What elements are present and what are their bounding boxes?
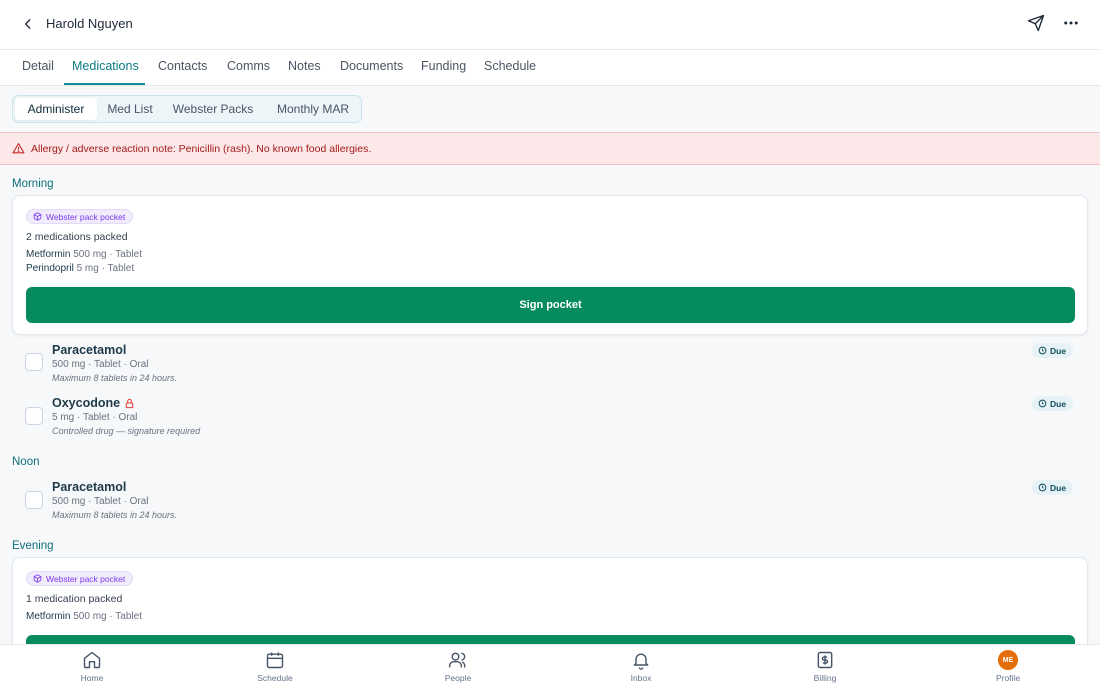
send-button[interactable] — [1027, 14, 1047, 34]
packed-count: 1 medication packed — [26, 593, 123, 605]
warning-triangle-icon — [12, 143, 25, 154]
webster-pack-card-morning: Webster pack pocket 2 medications packed… — [12, 195, 1088, 335]
subtab-administer[interactable]: Administer — [15, 98, 97, 120]
allergy-alert: Allergy / adverse reaction note: Penicil… — [0, 132, 1100, 165]
packed-item-name: Metformin — [26, 611, 71, 622]
section-evening-label: Evening — [12, 540, 54, 552]
packed-item: Metformin 500 mg · Tablet — [26, 611, 142, 622]
med-note: Controlled drug — signature required — [52, 426, 201, 436]
med-name: Paracetamol — [52, 343, 126, 357]
clock-icon — [1038, 346, 1047, 355]
back-button[interactable] — [18, 14, 38, 34]
subtab-monthly-mar[interactable]: Monthly MAR — [267, 98, 359, 120]
packed-count: 2 medications packed — [26, 231, 128, 243]
tab-detail[interactable]: Detail — [22, 59, 54, 73]
packed-item: Perindopril 5 mg · Tablet — [26, 263, 134, 274]
tab-funding[interactable]: Funding — [421, 59, 466, 73]
nav-home[interactable]: Home — [52, 650, 132, 683]
administer-checkbox[interactable] — [25, 491, 43, 509]
clock-icon — [1038, 483, 1047, 492]
status-badge: Due — [1032, 343, 1074, 358]
nav-people[interactable]: People — [418, 650, 498, 683]
sign-pocket-button[interactable]: Sign pocket — [26, 287, 1075, 323]
packed-item-detail: 5 mg · Tablet — [76, 263, 135, 274]
nav-schedule-label: Schedule — [257, 673, 293, 683]
nav-profile-label: Profile — [995, 673, 1021, 683]
lock-icon — [125, 398, 134, 408]
tab-comms[interactable]: Comms — [227, 59, 270, 73]
subtab-webster-packs[interactable]: Webster Packs — [165, 98, 261, 120]
tab-medications[interactable]: Medications — [72, 59, 139, 73]
tab-documents[interactable]: Documents — [340, 59, 403, 73]
status-badge: Due — [1032, 396, 1074, 411]
bell-icon — [633, 653, 649, 670]
calendar-icon — [266, 652, 284, 669]
med-name: Paracetamol — [52, 480, 126, 494]
webster-pack-badge: Webster pack pocket — [26, 209, 134, 224]
med-dose: 500 mg · Tablet · Oral — [52, 496, 149, 507]
tab-notes[interactable]: Notes — [288, 59, 321, 73]
send-icon — [1027, 14, 1045, 32]
tab-contacts[interactable]: Contacts — [158, 59, 207, 73]
avatar: ME — [998, 650, 1018, 670]
administer-checkbox[interactable] — [25, 407, 43, 425]
med-name-text: Paracetamol — [52, 480, 127, 494]
status-badge-label: Due — [1050, 345, 1067, 356]
med-name-text: Paracetamol — [52, 343, 127, 357]
people-icon — [448, 652, 466, 668]
home-icon — [83, 651, 101, 669]
packed-item-detail: 500 mg · Tablet — [73, 611, 142, 622]
nav-schedule[interactable]: Schedule — [235, 650, 315, 683]
tab-schedule[interactable]: Schedule — [484, 59, 536, 73]
packed-item: Metformin 500 mg · Tablet — [26, 249, 142, 260]
more-options-button[interactable] — [1062, 14, 1082, 34]
med-note: Maximum 8 tablets in 24 hours. — [52, 373, 178, 383]
packed-item-name: Perindopril — [26, 263, 74, 274]
status-badge: Due — [1032, 480, 1074, 495]
app-header: Harold Nguyen — [0, 0, 1100, 50]
med-note: Maximum 8 tablets in 24 hours. — [52, 510, 178, 520]
package-icon — [33, 574, 42, 583]
status-badge-label: Due — [1050, 482, 1067, 493]
clock-icon — [1038, 399, 1047, 408]
packed-item-detail: 500 mg · Tablet — [73, 249, 142, 260]
webster-pack-badge-label: Webster pack pocket — [46, 573, 126, 584]
section-morning-label: Morning — [12, 178, 54, 190]
nav-inbox-label: Inbox — [630, 673, 652, 683]
billing-icon — [817, 651, 833, 669]
nav-inbox[interactable]: Inbox — [601, 650, 681, 683]
med-name: Oxycodone — [52, 396, 135, 410]
nav-profile[interactable]: ME Profile — [968, 650, 1048, 683]
status-badge-label: Due — [1050, 398, 1067, 409]
page-title: Harold Nguyen — [46, 16, 133, 31]
more-horizontal-icon — [1064, 21, 1078, 25]
med-dose: 5 mg · Tablet · Oral — [52, 412, 138, 423]
medications-subtabs: Administer Med List Webster Packs Monthl… — [12, 95, 362, 123]
section-noon-label: Noon — [12, 456, 40, 468]
chevron-left-icon — [24, 19, 31, 29]
subtab-med-list[interactable]: Med List — [99, 98, 161, 120]
webster-pack-badge-label: Webster pack pocket — [46, 211, 126, 222]
administer-checkbox[interactable] — [25, 353, 43, 371]
packed-item-name: Metformin — [26, 249, 71, 260]
active-tab-indicator — [64, 83, 145, 85]
nav-billing-label: Billing — [813, 673, 837, 683]
med-name-text: Oxycodone — [52, 396, 121, 410]
med-dose: 500 mg · Tablet · Oral — [52, 359, 149, 370]
nav-home-label: Home — [80, 673, 104, 683]
package-icon — [33, 212, 42, 221]
allergy-alert-text: Allergy / adverse reaction note: Penicil… — [31, 143, 372, 155]
bottom-navigation: Home Schedule People Inbox Billing ME Pr… — [0, 644, 1100, 687]
webster-pack-badge: Webster pack pocket — [26, 571, 134, 586]
record-tabs: Detail Medications Contacts Comms Notes … — [0, 50, 1100, 86]
nav-billing[interactable]: Billing — [785, 650, 865, 683]
nav-people-label: People — [444, 673, 472, 683]
